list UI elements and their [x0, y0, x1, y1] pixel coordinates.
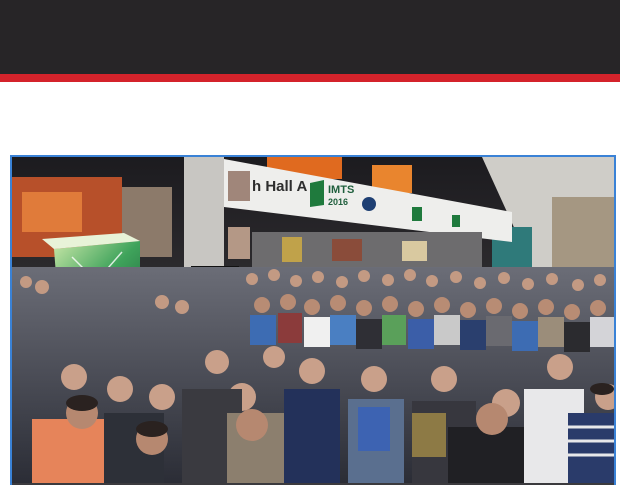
show-name-line2: 2016	[328, 197, 348, 207]
person-orange-shirt	[32, 419, 112, 483]
hall-label: h Hall A	[252, 178, 307, 195]
show-name-line1: IMTS	[328, 184, 354, 196]
header-accent-stripe	[0, 74, 620, 82]
top-header-bar	[0, 0, 620, 74]
featured-photo[interactable]: h Hall A IMTS 2016	[10, 155, 616, 485]
trade-show-crowd-photo: h Hall A IMTS 2016	[12, 157, 614, 483]
